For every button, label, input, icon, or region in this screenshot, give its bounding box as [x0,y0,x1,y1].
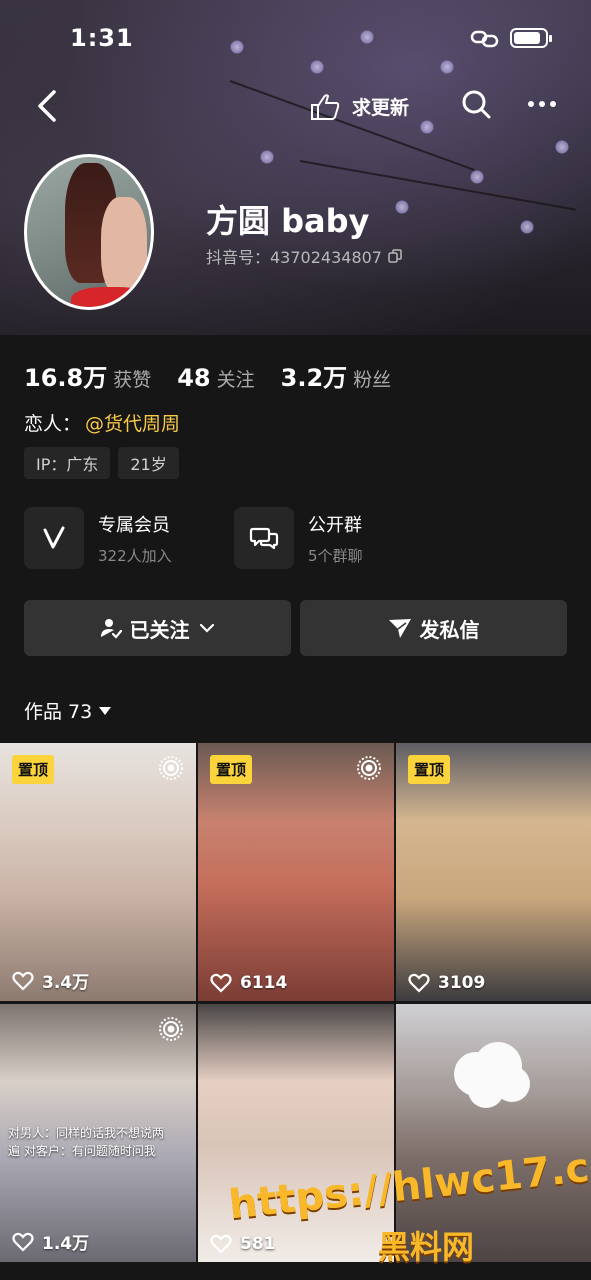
pinned-badge: 置顶 [408,755,451,784]
public-group-entry[interactable]: 公开群 5个群聊 [234,507,363,569]
flower-decoration [395,200,409,214]
video-like-count: 6114 [240,973,288,993]
heart-icon [12,1232,34,1252]
request-update-label: 求更新 [352,96,410,119]
copy-icon[interactable] [388,249,402,263]
video-like-count: 1.4万 [42,1234,90,1254]
following-button[interactable]: 已关注 [24,600,291,656]
group-chat-icon [234,507,294,569]
video-thumbnail[interactable]: 置顶 6114 [198,743,394,1001]
video-caption: 对男人：同样的话我不想说两遍 对客户：有问题随时问我 [8,1126,165,1158]
more-options-icon[interactable] [526,94,558,114]
douyin-id[interactable]: 抖音号：43702434807 [206,244,402,268]
heart-icon [210,973,232,993]
lover-label: 恋人： [24,413,82,435]
status-bar: 1:31 [0,0,591,80]
stat-label: 粉丝 [353,369,392,391]
watermark-overlay: https://hlwc17.com 黑料网 [227,1138,591,1270]
video-thumbnail[interactable]: 置顶 3109 [396,743,591,1001]
profile-content: 16.8万 获赞 48 关注 3.2万 粉丝 恋人： @货代周周 IP：广东 2… [0,335,591,1280]
tag-ip-location: IP：广东 [24,447,111,479]
heart-icon [408,973,430,993]
works-tab[interactable]: 作品 73 [24,697,112,724]
profile-features: 专属会员 322人加入 公开群 5个群聊 [24,507,567,577]
live-photo-icon [159,756,183,780]
video-likes: 3109 [408,973,485,993]
stat-label: 获赞 [113,369,152,391]
caret-down-icon [99,706,112,715]
profile-tags: IP：广东 21岁 [24,447,179,479]
heart-icon [12,971,34,991]
feature-title: 专属会员 [98,514,170,536]
following-label: 已关注 [129,617,190,642]
lover-line: 恋人： @货代周周 [24,409,180,436]
video-like-count: 3109 [438,973,486,993]
send-message-label: 发私信 [419,617,480,642]
avatar-image-detail [71,287,151,307]
pinned-badge: 置顶 [210,755,253,784]
flower-decoration [420,120,434,134]
stat-value: 48 [177,364,211,392]
video-likes: 3.4万 [12,968,89,993]
live-photo-icon [159,1017,183,1041]
stat-value: 3.2万 [280,364,348,392]
stat-followers[interactable]: 3.2万 粉丝 [281,358,392,393]
douyin-id-text: 抖音号：43702434807 [206,248,382,267]
live-photo-icon [357,756,381,780]
watermark-name: 黑料网 [378,1228,475,1266]
tag-age: 21岁 [118,447,179,479]
send-message-button[interactable]: 发私信 [300,600,567,656]
video-thumbnail[interactable]: 对男人：同样的话我不想说两遍 对客户：有问题随时问我 1.4万 [0,1004,196,1262]
video-likes: 6114 [210,973,287,993]
vip-v-icon [24,507,84,569]
video-thumbnail[interactable]: 置顶 3.4万 [0,743,196,1001]
link-icon [470,30,499,48]
request-update-button[interactable]: 求更新 [308,88,409,124]
pinned-badge: 置顶 [12,755,55,784]
feature-subtitle: 322人加入 [98,546,172,565]
chevron-down-icon [199,623,214,633]
lover-mention-link[interactable]: @货代周周 [85,409,180,436]
stat-following[interactable]: 48 关注 [177,364,254,392]
works-label: 作品 73 [24,701,93,723]
profile-username: 方圆 baby [206,202,370,240]
send-paper-plane-icon [388,619,411,638]
profile-actions: 已关注 发私信 [24,600,567,656]
search-icon[interactable] [460,88,492,120]
back-arrow-icon[interactable] [34,86,62,126]
flower-decoration [260,150,274,164]
video-like-count: 3.4万 [42,973,90,993]
exclusive-member-entry[interactable]: 专属会员 322人加入 [24,507,172,569]
flower-decoration [555,140,569,154]
avatar-image-detail [101,197,147,297]
status-time: 1:31 [70,24,134,52]
profile-stats: 16.8万 获赞 48 关注 3.2万 粉丝 [24,358,417,393]
thumb-point-icon [311,94,340,120]
avatar[interactable] [24,154,154,310]
battery-icon [510,28,552,48]
flower-decoration [470,170,484,184]
feature-subtitle: 5个群聊 [308,546,363,565]
feature-title: 公开群 [308,514,362,536]
cloud-sticker-icon [454,1042,530,1108]
stat-value: 16.8万 [24,364,108,392]
video-likes: 1.4万 [12,1229,89,1254]
stat-likes[interactable]: 16.8万 获赞 [24,358,151,393]
stat-label: 关注 [216,369,255,391]
user-check-icon [100,619,122,639]
flower-decoration [520,220,534,234]
